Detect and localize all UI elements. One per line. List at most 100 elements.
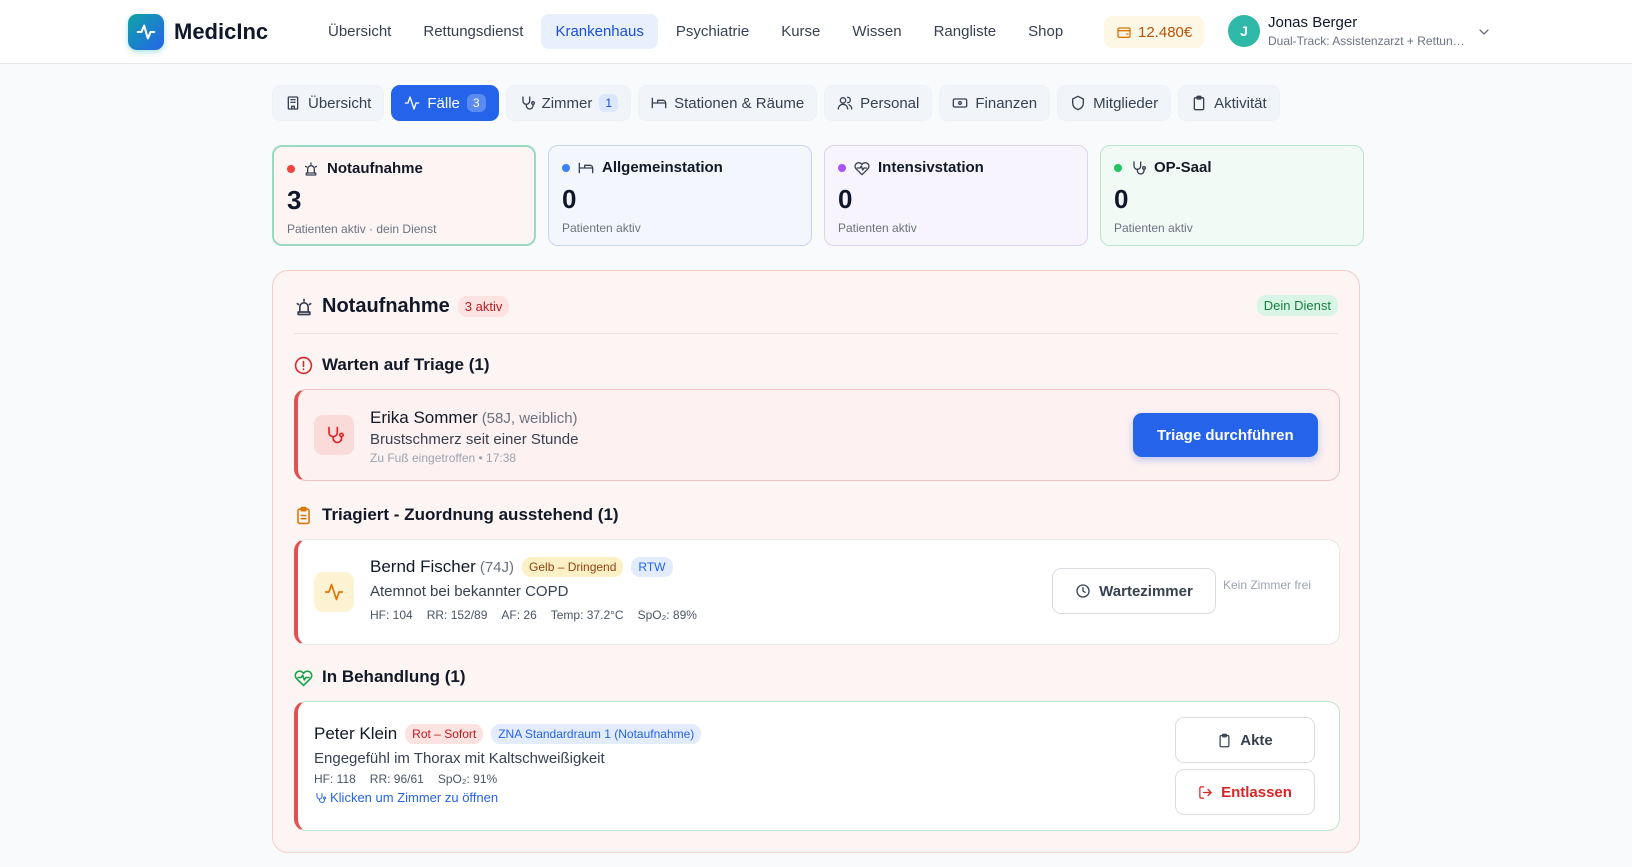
activity-icon [314,572,354,612]
tab-label: Personal [860,94,920,112]
station-name: Intensivstation [878,159,984,176]
nav-item-rangliste[interactable]: Rangliste [920,14,1011,49]
priority-badge: Gelb – Dringend [522,557,624,577]
vital-rr: RR: 96/61 [369,772,424,786]
vital-hf: HF: 118 [314,772,356,786]
nav-item-rettungsdienst[interactable]: Rettungsdienst [409,14,537,49]
triage-button[interactable]: Triage durchführen [1133,413,1318,457]
patient-name: Peter Klein [314,724,398,743]
clipboard-list-icon [294,506,313,525]
stethoscope-icon [1130,160,1146,176]
building-icon [285,95,301,111]
patient-file-button[interactable]: Akte [1175,717,1315,763]
patient-meta: (74J) [479,558,515,576]
user-menu[interactable]: J Jonas Berger Dual-Track: Assistenzarzt… [1228,14,1468,48]
button-label: Entlassen [1221,783,1292,801]
nav-item-krankenhaus[interactable]: Krankenhaus [541,14,658,49]
clipboard-icon [1217,733,1232,748]
tab-mitglieder[interactable]: Mitglieder [1057,85,1172,121]
section-label: In Behandlung (1) [322,667,466,686]
button-label: Akte [1240,731,1273,749]
top-navigation-bar: MedicInc Übersicht Rettungsdienst Kranke… [0,0,1632,64]
station-count: 0 [1114,184,1129,214]
case-card-treatment[interactable]: Peter Klein Rot – Sofort ZNA Standardrau… [294,701,1340,831]
vital-spo2: SpO₂: 91% [437,772,498,786]
nav-item-kurse[interactable]: Kurse [767,14,834,49]
station-name: Allgemeinstation [602,159,723,176]
discharge-button[interactable]: Entlassen [1175,769,1315,815]
vital-spo2: SpO₂: 89% [637,608,697,622]
vital-hf: HF: 104 [370,608,413,622]
nav-item-uebersicht[interactable]: Übersicht [314,14,405,49]
patient-name: Bernd Fischer [370,557,476,576]
heart-pulse-icon [294,668,313,687]
siren-icon [303,161,319,177]
banknote-icon [952,95,968,111]
button-label: Wartezimmer [1099,582,1193,600]
tab-label: Finanzen [975,94,1038,112]
logout-icon [1198,785,1213,800]
nav-item-wissen[interactable]: Wissen [838,14,915,49]
status-dot [838,163,846,172]
tab-count-badge: 3 [466,94,486,112]
nav-item-psychiatrie[interactable]: Psychiatrie [662,14,763,49]
station-sub: Patienten aktiv [562,221,641,235]
main-nav: Übersicht Rettungsdienst Krankenhaus Psy… [314,14,1077,49]
patient-meta: (58J, weiblich) [481,409,578,427]
heart-pulse-icon [854,160,870,176]
station-sub: Patienten aktiv · dein Dienst [287,222,437,236]
case-card-triage[interactable]: Erika Sommer (58J, weiblich) Brustschmer… [294,389,1340,481]
tab-finanzen[interactable]: Finanzen [939,85,1051,121]
station-sub: Patienten aktiv [1114,221,1193,235]
tab-count-badge: 1 [599,94,619,112]
chevron-down-icon[interactable] [1476,24,1492,40]
station-card-notaufnahme[interactable]: Notaufnahme 3 Patienten aktiv · dein Die… [272,145,536,246]
waiting-room-button[interactable]: Wartezimmer [1052,568,1216,614]
wallet-icon [1116,24,1132,40]
nav-item-shop[interactable]: Shop [1014,14,1077,49]
station-card-op-saal[interactable]: OP-Saal 0 Patienten aktiv [1100,145,1364,246]
bed-icon [578,160,594,176]
station-card-intensivstation[interactable]: Intensivstation 0 Patienten aktiv [824,145,1088,246]
stethoscope-icon [314,792,326,804]
section-assigned-title: Triagiert - Zuordnung ausstehend (1) [294,505,619,525]
app-logo[interactable]: MedicInc [128,14,268,50]
clipboard-icon [1191,95,1207,111]
wallet-amount: 12.480€ [1138,23,1193,41]
open-room-link[interactable]: Klicken um Zimmer zu öffnen [314,790,701,805]
wallet-balance[interactable]: 12.480€ [1104,16,1205,48]
station-cards: Notaufnahme 3 Patienten aktiv · dein Die… [272,145,1364,246]
section-treatment-title: In Behandlung (1) [294,667,466,687]
tab-aktivitaet[interactable]: Aktivität [1178,85,1280,121]
stethoscope-icon [519,95,535,111]
tab-uebersicht[interactable]: Übersicht [272,85,385,121]
user-name: Jonas Berger [1268,14,1358,31]
siren-icon [294,297,314,317]
user-role: Dual-Track: Assistenzarzt + Rettung... [1268,34,1468,48]
station-name: Notaufnahme [327,160,423,177]
activity-icon [404,95,420,111]
room-badge: ZNA Standardraum 1 (Notaufnahme) [491,724,702,744]
active-count-badge: 3 aktiv [457,296,510,317]
status-dot [1114,163,1122,172]
tab-label: Zimmer [541,94,593,112]
hospital-tabs: Übersicht Fälle 3 Zimmer 1 Stationen & R… [272,85,1280,121]
app-name: MedicInc [174,19,269,44]
avatar: J [1228,15,1260,47]
section-label: Warten auf Triage (1) [322,355,490,374]
bed-icon [651,95,667,111]
station-name: OP-Saal [1154,159,1212,176]
tab-faelle[interactable]: Fälle 3 [391,85,499,121]
panel-header: Notaufnahme 3 aktiv Dein Dienst [294,294,1338,334]
alert-circle-icon [294,356,313,375]
status-dot [287,164,295,173]
station-card-allgemeinstation[interactable]: Allgemeinstation 0 Patienten aktiv [548,145,812,246]
tab-personal[interactable]: Personal [824,85,933,121]
vital-temp: Temp: 37.2°C [550,608,624,622]
tab-stationen-raeume[interactable]: Stationen & Räume [638,85,818,121]
case-card-assigned[interactable]: Bernd Fischer (74J) Gelb – Dringend RTW … [294,539,1340,645]
transport-badge: RTW [631,557,673,577]
arrival-info: Zu Fuß eingetroffen • 17:38 [370,451,517,465]
tab-zimmer[interactable]: Zimmer 1 [505,85,632,121]
duty-badge: Dein Dienst [1256,295,1338,316]
